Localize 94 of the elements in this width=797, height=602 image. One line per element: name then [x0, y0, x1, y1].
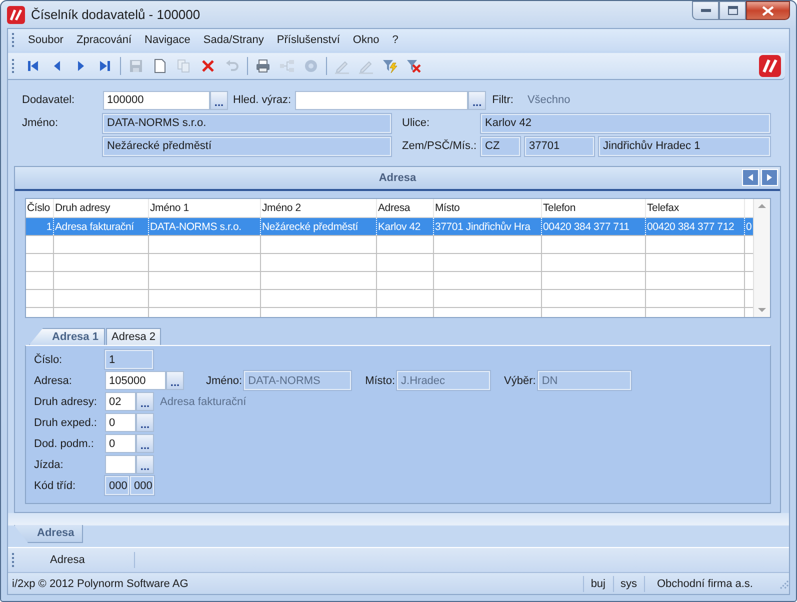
- menu-item[interactable]: Soubor: [23, 32, 68, 48]
- menu-item[interactable]: Sada/Strany: [198, 32, 269, 48]
- status-item: buj: [582, 576, 612, 592]
- column-header[interactable]: Jméno 2: [262, 202, 301, 214]
- field-label: Jméno:: [22, 117, 60, 129]
- table-cell: Adresa fakturační: [55, 220, 134, 232]
- readonly-field: DATA-NORMS s.r.o.: [103, 114, 391, 132]
- input-field[interactable]: 105000: [105, 371, 166, 390]
- column-header[interactable]: Místo: [435, 202, 460, 214]
- scrollbar[interactable]: [753, 199, 770, 317]
- field-label: Jméno:: [206, 374, 242, 386]
- table-cell: 1: [46, 220, 52, 232]
- field-label: Místo:: [365, 374, 396, 386]
- readonly-field: 000: [105, 476, 129, 495]
- field-label: Filtr:: [492, 94, 514, 106]
- field-label: Ulice:: [402, 117, 431, 129]
- copyright-text: i/2xp © 2012 Polynorm Software AG: [12, 578, 190, 590]
- table-cell: 0: [746, 220, 752, 232]
- close-icon: [762, 6, 774, 16]
- maximize-button[interactable]: [719, 1, 746, 20]
- previous-button[interactable]: [742, 169, 759, 186]
- app-logo-icon: [759, 55, 781, 77]
- lookup-button[interactable]: ...: [210, 90, 228, 110]
- tab[interactable]: Adresa 1: [29, 328, 106, 345]
- column-header[interactable]: Adresa: [378, 202, 410, 214]
- field-label: Druh adresy:: [34, 396, 98, 408]
- disabled-field: DATA-NORMS: [244, 371, 352, 390]
- filter-value: Všechno: [527, 94, 570, 106]
- field-label: Hled. výraz:: [233, 94, 292, 106]
- table-cell: 00420 384 377 712: [647, 220, 734, 232]
- app-logo-icon: [7, 6, 25, 24]
- menu-item[interactable]: Zpracování: [71, 32, 137, 48]
- table-cell: 37701 Jindřichův Hra: [435, 220, 530, 232]
- field-label: Zem/PSČ/Mís.:: [402, 140, 478, 152]
- readonly-field: Nežárecké předměstí: [103, 136, 391, 156]
- resize-grip-icon[interactable]: [777, 578, 789, 590]
- readonly-field: Jindřichův Hradec 1: [599, 136, 770, 156]
- menu-item[interactable]: Okno: [348, 32, 384, 48]
- readonly-field: 37701: [525, 136, 594, 156]
- lookup-button[interactable]: ...: [136, 434, 154, 453]
- menu-item[interactable]: ?: [387, 32, 404, 48]
- arrow-right-icon: [765, 173, 774, 182]
- supplier-field[interactable]: 100000: [103, 90, 210, 110]
- column-header[interactable]: Jméno 1: [150, 202, 189, 214]
- field-label: Dod. podm.:: [34, 438, 95, 450]
- next-button[interactable]: [761, 169, 778, 186]
- maximize-icon: [728, 6, 738, 15]
- lookup-button[interactable]: ...: [136, 413, 154, 432]
- tab[interactable]: Adresa 2: [106, 328, 161, 345]
- table-cell: 00420 384 377 711: [543, 220, 630, 232]
- input-field[interactable]: 0: [105, 413, 136, 432]
- lookup-button[interactable]: ...: [136, 455, 154, 474]
- readonly-field: 1: [105, 350, 153, 369]
- column-header[interactable]: Číslo: [27, 202, 50, 214]
- table-cell: Nežárecké předměstí: [262, 220, 358, 232]
- panel-title: Adresa: [378, 172, 416, 184]
- table-cell: DATA-NORMS s.r.o.: [150, 220, 242, 232]
- field-label: Kód tříd:: [34, 480, 77, 492]
- field-label: Číslo:: [34, 354, 64, 366]
- field-label: Adresa:: [34, 374, 73, 386]
- window-title: Číselník dodavatelů - 100000: [31, 7, 202, 22]
- lookup-button[interactable]: ...: [468, 90, 486, 110]
- tab[interactable]: Adresa: [14, 525, 84, 543]
- close-button[interactable]: [746, 1, 790, 20]
- field-label: Výběr:: [504, 374, 536, 386]
- section-label: Adresa: [20, 552, 135, 568]
- status-item: sys: [612, 576, 644, 592]
- readonly-field: CZ: [481, 136, 520, 156]
- field-label: Jízda:: [34, 458, 64, 470]
- search-field[interactable]: [295, 90, 468, 110]
- input-field[interactable]: 02: [105, 392, 136, 411]
- column-header[interactable]: Druh adresy: [55, 202, 110, 214]
- scroll-down-icon[interactable]: [758, 307, 766, 313]
- column-header[interactable]: Telefax: [647, 202, 679, 214]
- disabled-field: J.Hradec: [397, 371, 490, 390]
- column-header[interactable]: Telefon: [543, 202, 576, 214]
- input-field[interactable]: [105, 455, 136, 474]
- field-label: Dodavatel:: [22, 94, 76, 106]
- table-cell: Karlov 42: [378, 220, 421, 232]
- field-description: Adresa fakturační: [160, 396, 246, 408]
- minimize-button[interactable]: [692, 1, 719, 20]
- disabled-field: DN: [538, 371, 631, 390]
- scroll-up-icon[interactable]: [758, 203, 766, 209]
- input-field[interactable]: 0: [105, 434, 136, 453]
- status-item: Obchodní firma a.s.: [644, 576, 777, 592]
- arrow-left-icon: [746, 173, 755, 182]
- readonly-field: Karlov 42: [481, 114, 770, 132]
- menu-item[interactable]: Příslušenství: [272, 32, 345, 48]
- lookup-button[interactable]: ...: [166, 371, 184, 390]
- field-label: Druh exped.:: [34, 416, 98, 428]
- readonly-field: 000: [130, 476, 154, 495]
- menu-item[interactable]: Navigace: [140, 32, 196, 48]
- minimize-icon: [700, 8, 710, 12]
- lookup-button[interactable]: ...: [136, 392, 154, 411]
